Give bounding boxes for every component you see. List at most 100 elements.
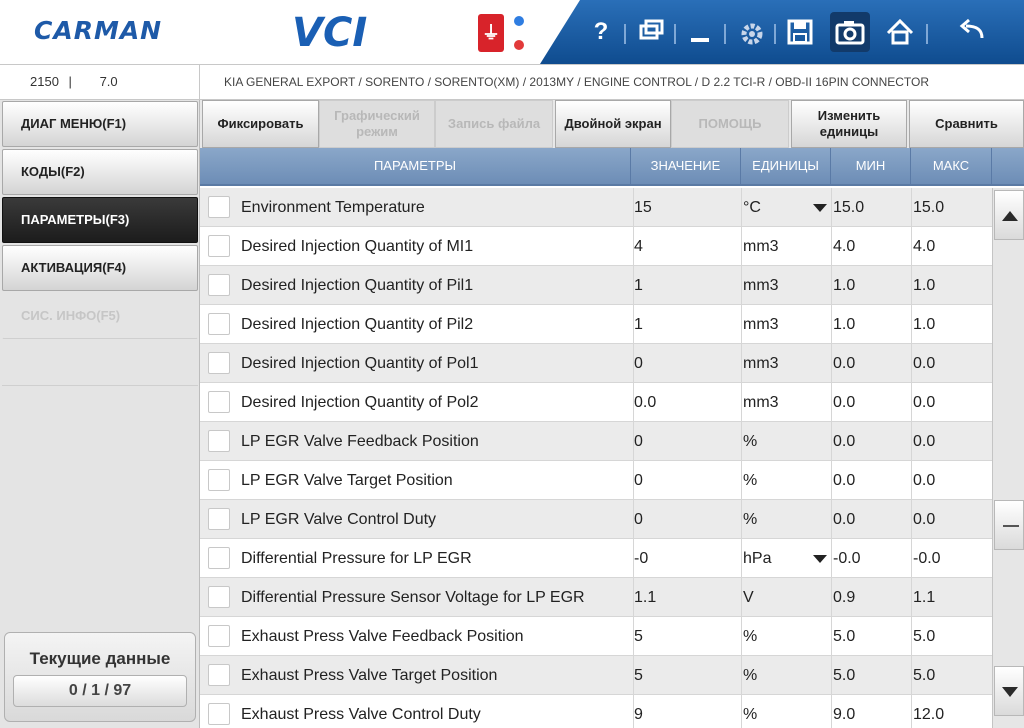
row-checkbox[interactable] <box>208 547 230 569</box>
unit-label: mm3 <box>743 277 779 294</box>
toolbar-divider <box>926 24 928 44</box>
parameter-max: 0.0 <box>911 500 992 539</box>
table-row[interactable]: Desired Injection Quantity of Pol2 0.0 mm3… <box>200 383 992 422</box>
sidebar-item-diag-menu[interactable]: ДИАГ МЕНЮ(F1) <box>2 101 198 147</box>
parameter-min: 15.0 <box>831 188 911 227</box>
parameter-unit: % <box>741 656 831 695</box>
parameter-unit[interactable]: °C <box>741 188 831 227</box>
row-checkbox[interactable] <box>208 469 230 491</box>
dual-screen-button[interactable]: Двойной экран <box>555 100 671 148</box>
sidebar-empty-slot <box>2 340 198 386</box>
help-button: ПОМОЩЬ <box>671 100 789 148</box>
parameter-unit: mm3 <box>741 227 831 266</box>
sidebar-item-parameters[interactable]: ПАРАМЕТРЫ(F3) <box>2 197 198 243</box>
table-row[interactable]: Desired Injection Quantity of Pol1 0 mm3 0.… <box>200 344 992 383</box>
compare-button[interactable]: Сравнить <box>909 100 1024 148</box>
version-info: 2150 | 7.0 <box>0 65 200 99</box>
sidebar-item-activation[interactable]: АКТИВАЦИЯ(F4) <box>2 245 198 291</box>
camera-icon[interactable] <box>830 12 870 52</box>
parameter-value: 0 <box>633 500 741 539</box>
parameter-min: 1.0 <box>831 266 911 305</box>
scroll-down-button[interactable] <box>994 666 1024 716</box>
minimize-icon[interactable] <box>680 12 720 52</box>
parameter-max: 5.0 <box>911 617 992 656</box>
parameter-value: 1.1 <box>633 578 741 617</box>
unit-label: % <box>743 628 758 645</box>
table-scrollbar[interactable] <box>992 188 1024 728</box>
unit-dropdown-icon[interactable] <box>813 204 827 212</box>
unit-label: °C <box>743 199 761 216</box>
parameter-min: 0.0 <box>831 383 911 422</box>
parameter-name: Desired Injection Quantity of Pol2 <box>241 394 479 411</box>
row-checkbox[interactable] <box>208 508 230 530</box>
row-checkbox[interactable] <box>208 586 230 608</box>
table-row[interactable]: Exhaust Press Valve Control Duty 9% 9.0 12.… <box>200 695 992 728</box>
change-units-button[interactable]: Изменить единицы <box>791 100 907 148</box>
parameter-name: Environment Temperature <box>241 199 425 216</box>
row-checkbox[interactable] <box>208 313 230 335</box>
row-checkbox[interactable] <box>208 430 230 452</box>
parameter-name: Desired Injection Quantity of Pol1 <box>241 355 479 372</box>
parameter-name: Exhaust Press Valve Feedback Position <box>241 628 524 645</box>
table-row[interactable]: LP EGR Valve Target Position 0% 0.0 0.0 <box>200 461 992 500</box>
table-header: ПАРАМЕТРЫ ЗНАЧЕНИЕ ЕДИНИЦЫ МИН МАКС <box>200 148 1024 186</box>
row-checkbox[interactable] <box>208 703 230 725</box>
help-icon[interactable]: ? <box>581 12 621 52</box>
parameter-value: 0 <box>633 461 741 500</box>
table-row[interactable]: Exhaust Press Valve Target Position 5% 5.0… <box>200 656 992 695</box>
table-row[interactable]: Environment Temperature 15 °C 15.0 15.0 <box>200 188 992 227</box>
status-dot-red <box>514 40 524 50</box>
top-bar: CARMAN VCI ⏚ ? <box>0 0 1024 64</box>
table-row[interactable]: Exhaust Press Valve Feedback Position 5% 5… <box>200 617 992 656</box>
parameter-unit: mm3 <box>741 305 831 344</box>
toolbar-divider <box>674 24 676 44</box>
parameter-max: 0.0 <box>911 344 992 383</box>
window-icon[interactable] <box>631 12 671 52</box>
table-row[interactable]: Differential Pressure for LP EGR -0 hPa -0.… <box>200 539 992 578</box>
parameter-min: -0.0 <box>831 539 911 578</box>
settings-icon[interactable] <box>730 12 770 52</box>
unit-label: % <box>743 472 758 489</box>
row-checkbox[interactable] <box>208 625 230 647</box>
row-checkbox[interactable] <box>208 274 230 296</box>
parameter-unit: mm3 <box>741 344 831 383</box>
row-checkbox[interactable] <box>208 196 230 218</box>
function-button-row: Фиксировать Графический режим Запись фай… <box>200 100 1024 148</box>
row-checkbox[interactable] <box>208 235 230 257</box>
header-parameters: ПАРАМЕТРЫ <box>200 148 631 184</box>
parameter-min: 5.0 <box>831 617 911 656</box>
unit-label: mm3 <box>743 316 779 333</box>
table-row[interactable]: Desired Injection Quantity of MI1 4 mm3 4.0… <box>200 227 992 266</box>
parameter-name: Desired Injection Quantity of Pil1 <box>241 277 474 294</box>
toolbar-divider <box>724 24 726 44</box>
row-checkbox[interactable] <box>208 664 230 686</box>
table-row[interactable]: Desired Injection Quantity of Pil2 1 mm3 1.… <box>200 305 992 344</box>
parameter-max: 1.0 <box>911 305 992 344</box>
row-checkbox[interactable] <box>208 352 230 374</box>
vci-logo: VCI <box>292 10 368 56</box>
parameter-unit: % <box>741 422 831 461</box>
freeze-button[interactable]: Фиксировать <box>202 100 319 148</box>
table-row[interactable]: Differential Pressure Sensor Voltage for… <box>200 578 992 617</box>
parameters-table: Environment Temperature 15 °C 15.0 15.0 Desir… <box>200 188 992 728</box>
scroll-up-button[interactable] <box>994 190 1024 240</box>
parameter-max: 0.0 <box>911 461 992 500</box>
unit-dropdown-icon[interactable] <box>813 555 827 563</box>
table-row[interactable]: Desired Injection Quantity of Pil1 1 mm3 1.… <box>200 266 992 305</box>
back-icon[interactable] <box>952 12 992 52</box>
home-icon[interactable] <box>880 12 920 52</box>
scroll-thumb[interactable] <box>994 500 1024 550</box>
arrow-up-icon <box>1002 211 1018 221</box>
parameter-min: 0.0 <box>831 500 911 539</box>
graphic-mode-button: Графический режим <box>319 100 435 148</box>
parameter-value: 1 <box>633 266 741 305</box>
row-checkbox[interactable] <box>208 391 230 413</box>
table-row[interactable]: LP EGR Valve Control Duty 0% 0.0 0.0 <box>200 500 992 539</box>
table-row[interactable]: LP EGR Valve Feedback Position 0% 0.0 0.0 <box>200 422 992 461</box>
sidebar-item-codes[interactable]: КОДЫ(F2) <box>2 149 198 195</box>
unit-label: mm3 <box>743 355 779 372</box>
parameter-unit[interactable]: hPa <box>741 539 831 578</box>
toolbar-divider <box>774 24 776 44</box>
parameter-max: 1.0 <box>911 266 992 305</box>
save-icon[interactable] <box>780 12 820 52</box>
